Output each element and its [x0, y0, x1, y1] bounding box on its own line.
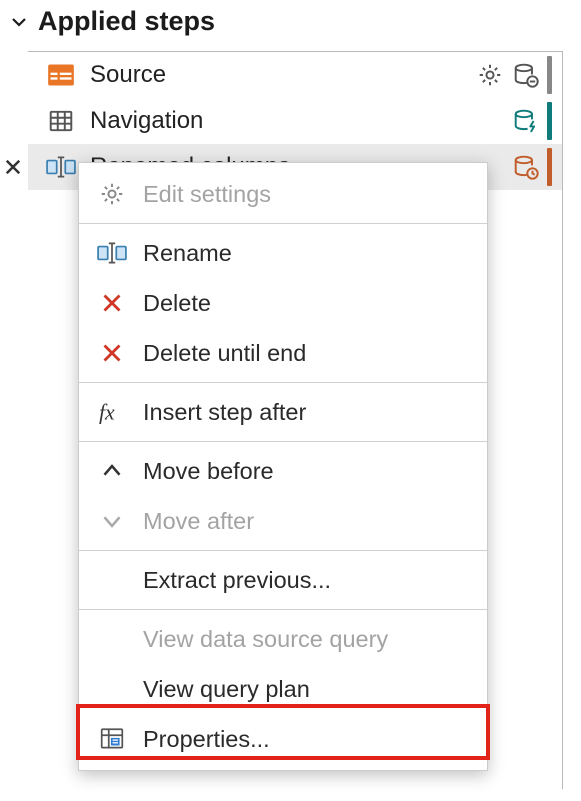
menu-edit-settings: Edit settings	[79, 169, 487, 219]
svg-text:fx: fx	[99, 401, 115, 425]
step-row-source[interactable]: Source	[28, 52, 562, 98]
chevron-down-icon	[10, 13, 28, 31]
database-bolt-icon[interactable]	[511, 106, 541, 136]
menu-label: Delete until end	[143, 340, 306, 367]
menu-label: Properties...	[143, 726, 270, 753]
properties-icon	[97, 724, 127, 754]
x-icon	[97, 288, 127, 318]
menu-label: Move after	[143, 508, 254, 535]
gear-icon	[97, 179, 127, 209]
menu-rename[interactable]: Rename	[79, 228, 487, 278]
menu-separator	[79, 382, 487, 383]
menu-label: Rename	[143, 240, 232, 267]
menu-separator	[79, 223, 487, 224]
step-status-bar	[547, 148, 552, 186]
step-row-navigation[interactable]: Navigation	[28, 98, 562, 144]
rename-icon	[97, 238, 127, 268]
menu-properties[interactable]: Properties...	[79, 714, 487, 764]
gear-icon[interactable]	[475, 60, 505, 90]
panel-title: Applied steps	[38, 6, 215, 37]
fx-icon: fx	[97, 397, 127, 427]
database-minus-icon[interactable]	[511, 60, 541, 90]
context-menu: Edit settings Rename Delete	[78, 162, 488, 771]
menu-separator	[79, 441, 487, 442]
step-label: Navigation	[90, 107, 497, 135]
menu-label: Extract previous...	[143, 567, 331, 594]
menu-label: Delete	[143, 290, 211, 317]
menu-delete[interactable]: Delete	[79, 278, 487, 328]
panel-header[interactable]: Applied steps	[0, 0, 581, 45]
menu-insert-step-after[interactable]: fx Insert step after	[79, 387, 487, 437]
menu-view-data-source-query: View data source query	[79, 614, 487, 664]
menu-label: View query plan	[143, 676, 310, 703]
menu-label: Edit settings	[143, 181, 271, 208]
chevron-down-icon	[97, 506, 127, 536]
menu-label: Move before	[143, 458, 274, 485]
delete-step-icon[interactable]	[0, 154, 26, 180]
menu-view-query-plan[interactable]: View query plan	[79, 664, 487, 714]
steps-list: Source	[28, 51, 563, 789]
step-label: Source	[90, 61, 461, 89]
step-status-bar	[547, 56, 552, 94]
database-clock-icon[interactable]	[511, 152, 541, 182]
menu-delete-until-end[interactable]: Delete until end	[79, 328, 487, 378]
x-icon	[97, 338, 127, 368]
source-icon	[46, 60, 76, 90]
menu-move-before[interactable]: Move before	[79, 446, 487, 496]
chevron-up-icon	[97, 456, 127, 486]
menu-separator	[79, 609, 487, 610]
menu-move-after: Move after	[79, 496, 487, 546]
menu-label: Insert step after	[143, 399, 306, 426]
menu-extract-previous[interactable]: Extract previous...	[79, 555, 487, 605]
rename-columns-icon	[46, 152, 76, 182]
menu-separator	[79, 550, 487, 551]
menu-label: View data source query	[143, 626, 388, 653]
step-status-bar	[547, 102, 552, 140]
table-icon	[46, 106, 76, 136]
